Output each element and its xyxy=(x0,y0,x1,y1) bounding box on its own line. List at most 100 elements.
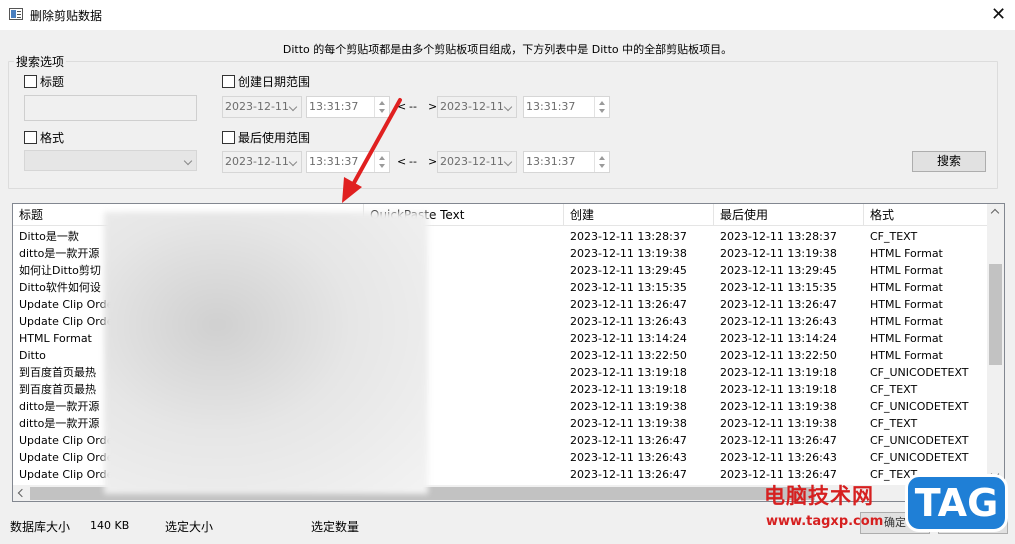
vertical-scroll-thumb[interactable] xyxy=(989,264,1002,365)
created-range-checkbox-label: 创建日期范围 xyxy=(238,75,311,89)
cell-created: 2023-12-11 13:15:35 xyxy=(570,281,687,294)
cell-created: 2023-12-11 13:19:38 xyxy=(570,247,687,260)
spin-buttons[interactable] xyxy=(374,97,389,117)
used-to-time-value: 13:31:37 xyxy=(526,155,576,168)
scroll-left-icon[interactable] xyxy=(17,488,27,498)
spin-buttons[interactable] xyxy=(594,97,609,117)
column-header-created[interactable]: 创建 xyxy=(564,204,714,226)
range-sep-left: < xyxy=(397,100,407,113)
used-to-date-value: 2023-12-11 xyxy=(440,155,504,168)
cell-created: 2023-12-11 13:14:24 xyxy=(570,332,687,345)
cell-format: CF_TEXT xyxy=(870,230,918,243)
app-icon xyxy=(9,8,23,20)
cell-last-used: 2023-12-11 13:26:43 xyxy=(720,315,837,328)
cell-created: 2023-12-11 13:19:38 xyxy=(570,400,687,413)
watermark-url: www.tagxp.com xyxy=(766,514,884,529)
scroll-up-icon[interactable] xyxy=(990,208,1000,218)
range-sep-dash: -- xyxy=(409,155,417,168)
spin-down-icon[interactable] xyxy=(599,109,605,113)
created-from-date[interactable]: 2023-12-11 xyxy=(222,96,302,118)
used-from-time-value: 13:31:37 xyxy=(309,155,359,168)
cell-format: HTML Format xyxy=(870,315,943,328)
format-select[interactable] xyxy=(24,150,197,171)
chevron-down-icon xyxy=(183,156,193,166)
cell-format: CF_UNICODETEXT xyxy=(870,434,969,447)
last-used-range-checkbox[interactable]: 最后使用范围 xyxy=(222,129,310,146)
used-to-date[interactable]: 2023-12-11 xyxy=(437,151,517,173)
cell-last-used: 2023-12-11 13:19:38 xyxy=(720,417,837,430)
cell-format: HTML Format xyxy=(870,247,943,260)
spin-buttons[interactable] xyxy=(594,152,609,172)
created-range-checkbox[interactable]: 创建日期范围 xyxy=(222,73,310,90)
cell-last-used: 2023-12-11 13:29:45 xyxy=(720,264,837,277)
title-input[interactable] xyxy=(24,95,197,121)
created-to-time-value: 13:31:37 xyxy=(526,100,576,113)
watermark-logo: TAG xyxy=(905,474,1008,532)
cell-last-used: 2023-12-11 13:26:47 xyxy=(720,298,837,311)
chevron-down-icon xyxy=(503,157,513,167)
cell-created: 2023-12-11 13:26:47 xyxy=(570,298,687,311)
spin-down-icon[interactable] xyxy=(599,164,605,168)
used-to-time[interactable]: 13:31:37 xyxy=(523,151,610,173)
db-size-label: 数据库大小 xyxy=(10,520,71,534)
cell-last-used: 2023-12-11 13:19:18 xyxy=(720,366,837,379)
created-to-date[interactable]: 2023-12-11 xyxy=(437,96,517,118)
blurred-region xyxy=(104,212,428,494)
cell-format: CF_UNICODETEXT xyxy=(870,451,969,464)
column-header-format[interactable]: 格式 xyxy=(864,204,987,226)
used-from-date[interactable]: 2023-12-11 xyxy=(222,151,302,173)
cell-format: HTML Format xyxy=(870,332,943,345)
range-sep-dash: -- xyxy=(409,100,417,113)
watermark-site-name: 电脑技术网 xyxy=(764,484,874,508)
chevron-down-icon xyxy=(288,102,298,112)
range-sep-right: > xyxy=(428,155,438,168)
title-checkbox-box[interactable] xyxy=(24,75,37,88)
selected-count-label: 选定数量 xyxy=(311,520,360,534)
created-from-time[interactable]: 13:31:37 xyxy=(306,96,390,118)
cell-created: 2023-12-11 13:26:43 xyxy=(570,451,687,464)
cell-format: CF_UNICODETEXT xyxy=(870,366,969,379)
cell-last-used: 2023-12-11 13:26:43 xyxy=(720,451,837,464)
title-checkbox-label: 标题 xyxy=(40,75,65,89)
cell-created: 2023-12-11 13:29:45 xyxy=(570,264,687,277)
vertical-scrollbar[interactable] xyxy=(987,204,1004,485)
close-button[interactable]: ✕ xyxy=(982,0,1015,30)
cell-format: CF_UNICODETEXT xyxy=(870,400,969,413)
cell-last-used: 2023-12-11 13:19:18 xyxy=(720,383,837,396)
spin-up-icon[interactable] xyxy=(379,101,385,105)
cell-created: 2023-12-11 13:28:37 xyxy=(570,230,687,243)
created-range-checkbox-box[interactable] xyxy=(222,75,235,88)
used-from-time[interactable]: 13:31:37 xyxy=(306,151,390,173)
cell-last-used: 2023-12-11 13:19:38 xyxy=(720,400,837,413)
used-from-date-value: 2023-12-11 xyxy=(225,155,289,168)
spin-down-icon[interactable] xyxy=(379,109,385,113)
spin-buttons[interactable] xyxy=(374,152,389,172)
format-checkbox[interactable]: 格式 xyxy=(24,129,64,146)
created-to-time[interactable]: 13:31:37 xyxy=(523,96,610,118)
cell-last-used: 2023-12-11 13:22:50 xyxy=(720,349,837,362)
cell-format: HTML Format xyxy=(870,349,943,362)
cell-last-used: 2023-12-11 13:14:24 xyxy=(720,332,837,345)
chevron-down-icon xyxy=(288,157,298,167)
format-checkbox-box[interactable] xyxy=(24,131,37,144)
cell-format: HTML Format xyxy=(870,298,943,311)
spin-up-icon[interactable] xyxy=(379,156,385,160)
cell-created: 2023-12-11 13:19:18 xyxy=(570,366,687,379)
window-title: 删除剪贴数据 xyxy=(30,9,103,23)
cell-format: CF_TEXT xyxy=(870,417,918,430)
spin-up-icon[interactable] xyxy=(599,101,605,105)
title-checkbox[interactable]: 标题 xyxy=(24,73,64,90)
selected-size-label: 选定大小 xyxy=(165,520,214,534)
range-sep-left: < xyxy=(397,155,407,168)
last-used-range-checkbox-label: 最后使用范围 xyxy=(238,131,311,145)
spin-down-icon[interactable] xyxy=(379,164,385,168)
range-sep-right: > xyxy=(428,100,438,113)
spin-up-icon[interactable] xyxy=(599,156,605,160)
cell-created: 2023-12-11 13:19:38 xyxy=(570,417,687,430)
cell-last-used: 2023-12-11 13:26:47 xyxy=(720,434,837,447)
column-header-last-used[interactable]: 最后使用 xyxy=(714,204,864,226)
last-used-range-checkbox-box[interactable] xyxy=(222,131,235,144)
cell-last-used: 2023-12-11 13:19:38 xyxy=(720,247,837,260)
chevron-down-icon xyxy=(503,102,513,112)
search-button[interactable]: 搜索 xyxy=(912,151,986,172)
